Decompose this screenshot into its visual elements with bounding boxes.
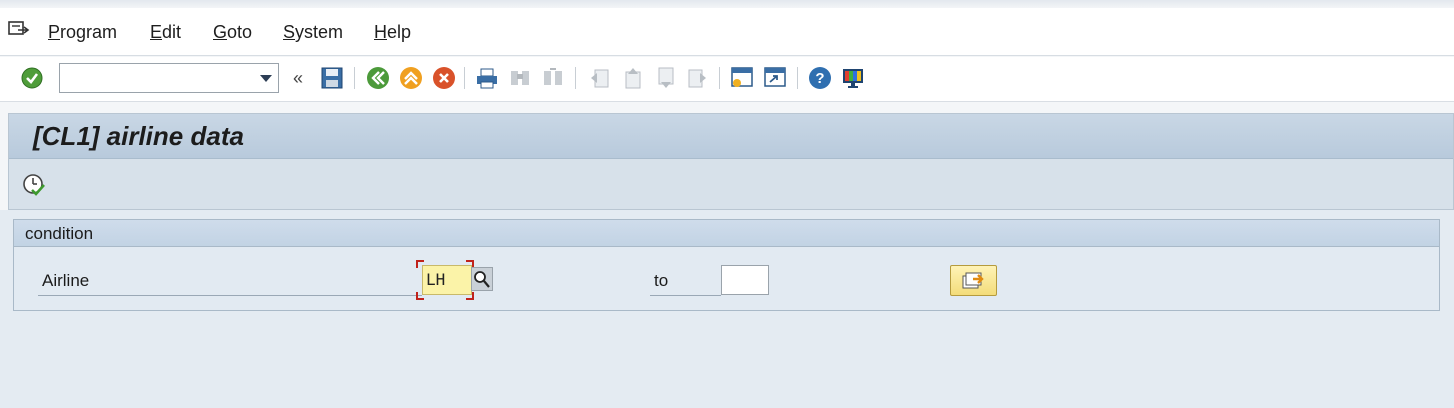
help-icon[interactable]: ? bbox=[808, 66, 832, 90]
find-icon[interactable] bbox=[508, 66, 532, 90]
multiple-selection-button[interactable] bbox=[950, 265, 997, 296]
value-help-button[interactable] bbox=[471, 267, 493, 291]
airline-low-input[interactable]: LH bbox=[422, 265, 472, 295]
to-underline bbox=[650, 295, 721, 296]
system-menu-icon[interactable] bbox=[8, 20, 30, 40]
customize-layout-icon[interactable] bbox=[841, 66, 865, 90]
shortcut-icon[interactable] bbox=[763, 66, 787, 90]
group-title: condition bbox=[25, 224, 94, 243]
window-top-strip bbox=[0, 0, 1454, 8]
new-session-icon[interactable] bbox=[730, 66, 754, 90]
airline-high-input[interactable] bbox=[721, 265, 769, 295]
exit-icon[interactable] bbox=[399, 66, 423, 90]
menu-system[interactable]: System bbox=[283, 22, 343, 43]
next-page-icon[interactable] bbox=[653, 66, 677, 90]
menu-bar: Program Edit Goto System Help bbox=[0, 8, 1454, 56]
previous-page-icon[interactable] bbox=[620, 66, 644, 90]
selection-screen: condition Airline LH to bbox=[0, 210, 1454, 408]
focus-corner bbox=[416, 260, 424, 268]
first-page-icon[interactable] bbox=[587, 66, 611, 90]
collapse-icon[interactable]: « bbox=[286, 66, 310, 90]
toolbar-separator bbox=[354, 67, 355, 89]
title-band: [CL1] airline data bbox=[9, 114, 1453, 159]
airline-label: Airline bbox=[42, 271, 90, 290]
focus-corner bbox=[416, 292, 424, 300]
label-underline bbox=[38, 295, 422, 296]
command-field[interactable] bbox=[59, 63, 279, 93]
print-icon[interactable] bbox=[475, 66, 499, 90]
title-area: [CL1] airline data bbox=[8, 113, 1454, 210]
enter-icon[interactable] bbox=[20, 66, 44, 90]
menu-program[interactable]: Program bbox=[48, 22, 117, 43]
focus-corner bbox=[466, 292, 474, 300]
execute-icon[interactable] bbox=[21, 172, 47, 198]
find-next-icon[interactable] bbox=[541, 66, 565, 90]
to-label: to bbox=[654, 271, 669, 290]
multiple-selection-icon bbox=[962, 272, 984, 289]
menu-edit[interactable]: Edit bbox=[150, 22, 181, 43]
toolbar-separator bbox=[719, 67, 720, 89]
page-title: [CL1] airline data bbox=[33, 121, 244, 151]
cancel-icon[interactable] bbox=[432, 66, 456, 90]
group-header: condition bbox=[14, 220, 1439, 247]
save-icon[interactable] bbox=[320, 66, 344, 90]
search-icon bbox=[474, 271, 490, 288]
chevron-down-icon[interactable] bbox=[260, 75, 272, 82]
menu-goto[interactable]: Goto bbox=[213, 22, 252, 43]
toolbar-separator bbox=[464, 67, 465, 89]
svg-text:?: ? bbox=[815, 70, 824, 87]
toolbar-separator bbox=[575, 67, 576, 89]
menu-help[interactable]: Help bbox=[374, 22, 411, 43]
system-toolbar: « ? bbox=[0, 57, 1454, 102]
back-icon[interactable] bbox=[366, 66, 390, 90]
toolbar-separator bbox=[797, 67, 798, 89]
last-page-icon[interactable] bbox=[686, 66, 710, 90]
condition-group: condition Airline LH to bbox=[13, 219, 1440, 311]
